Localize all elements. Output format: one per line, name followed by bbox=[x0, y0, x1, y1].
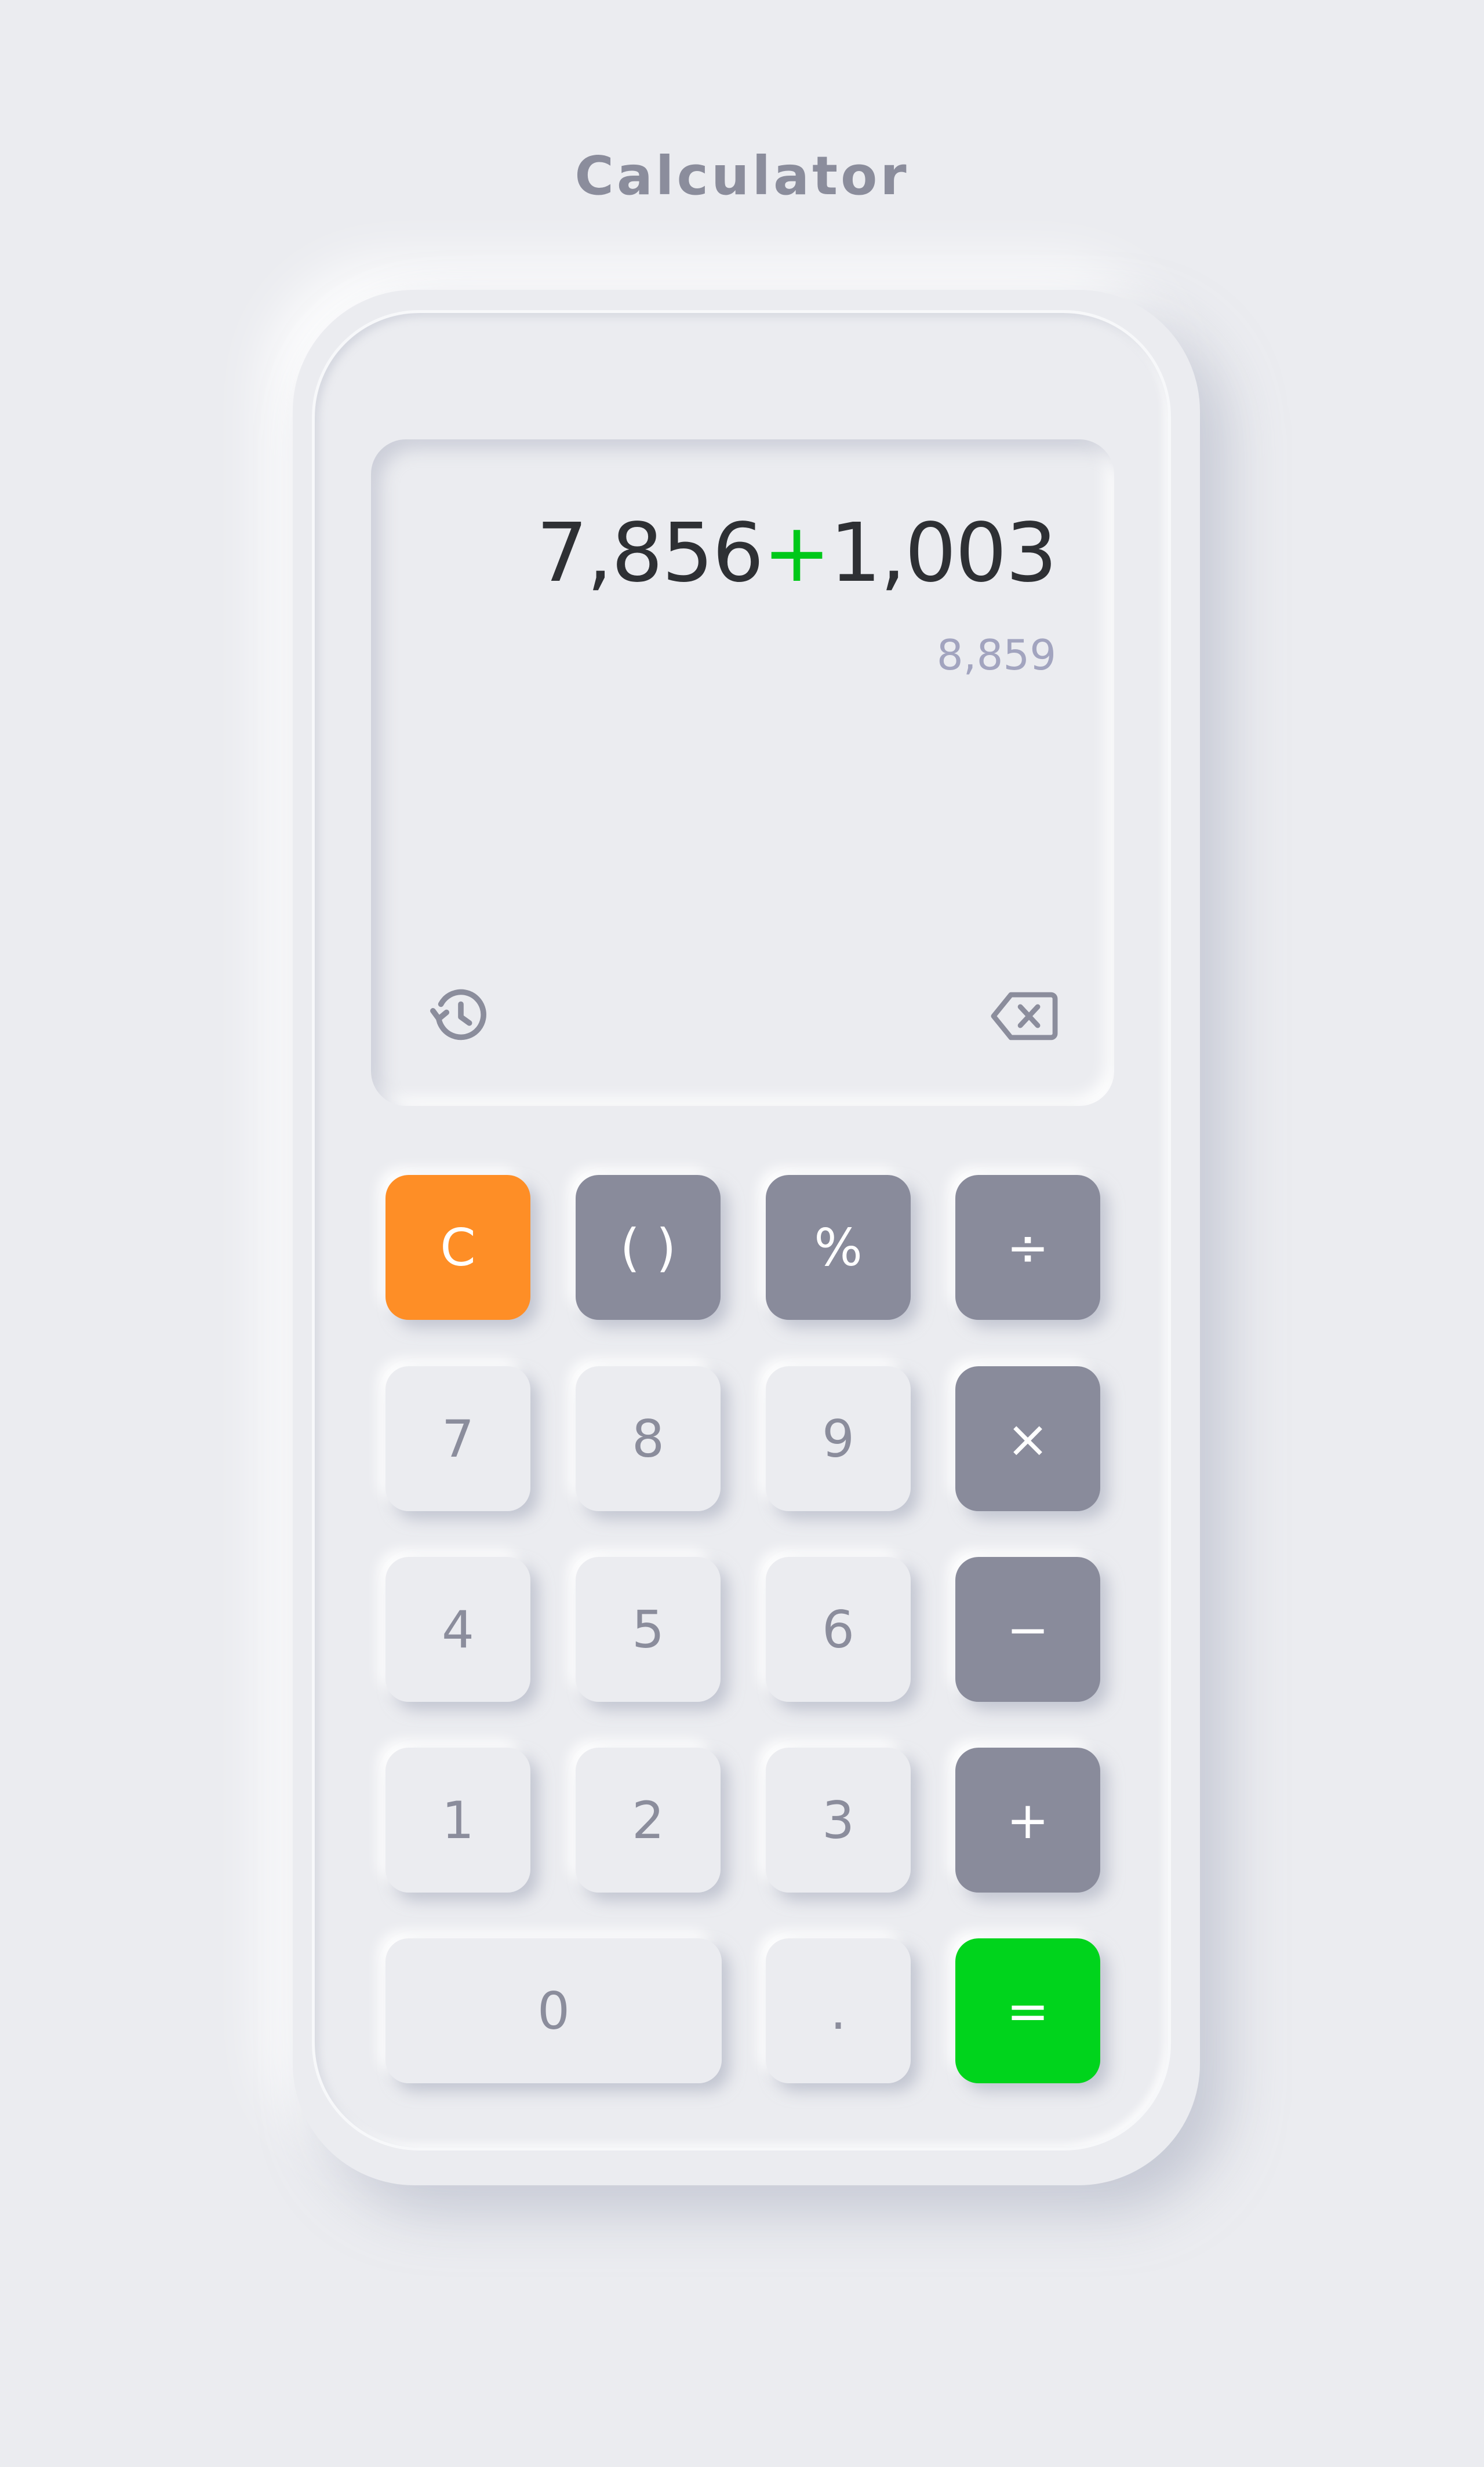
clear-button[interactable]: C bbox=[385, 1175, 530, 1320]
backspace-icon bbox=[991, 992, 1058, 1040]
parentheses-button[interactable]: ( ) bbox=[576, 1175, 721, 1320]
calculator-page: Calculator 7,856+1,003 8,859 C ( ) % ÷ 7… bbox=[0, 0, 1484, 2467]
digit-5-button[interactable]: 5 bbox=[576, 1557, 721, 1702]
digit-3-button[interactable]: 3 bbox=[766, 1748, 911, 1893]
expression-operator: + bbox=[762, 506, 831, 601]
app-title: Calculator bbox=[574, 145, 910, 207]
plus-button[interactable]: + bbox=[955, 1748, 1100, 1893]
result-preview: 8,859 bbox=[936, 631, 1056, 679]
minus-button[interactable]: − bbox=[955, 1557, 1100, 1702]
history-icon bbox=[430, 989, 486, 1040]
multiply-button[interactable]: × bbox=[955, 1366, 1100, 1511]
digit-2-button[interactable]: 2 bbox=[576, 1748, 721, 1893]
decimal-button[interactable]: . bbox=[766, 1938, 911, 2083]
divide-button[interactable]: ÷ bbox=[955, 1175, 1100, 1320]
history-button[interactable] bbox=[426, 981, 496, 1051]
digit-1-button[interactable]: 1 bbox=[385, 1748, 530, 1893]
operand-2: 1,003 bbox=[830, 506, 1057, 601]
equals-button[interactable]: = bbox=[955, 1938, 1100, 2083]
digit-9-button[interactable]: 9 bbox=[766, 1366, 911, 1511]
digit-6-button[interactable]: 6 bbox=[766, 1557, 911, 1702]
digit-0-button[interactable]: 0 bbox=[385, 1938, 722, 2083]
operand-1: 7,856 bbox=[536, 506, 764, 601]
digit-4-button[interactable]: 4 bbox=[385, 1557, 530, 1702]
backspace-button[interactable] bbox=[990, 981, 1059, 1051]
digit-8-button[interactable]: 8 bbox=[576, 1366, 721, 1511]
expression-display: 7,856+1,003 bbox=[536, 506, 1057, 601]
display-screen: 7,856+1,003 8,859 bbox=[371, 439, 1114, 1106]
digit-7-button[interactable]: 7 bbox=[385, 1366, 530, 1511]
percent-button[interactable]: % bbox=[766, 1175, 911, 1320]
